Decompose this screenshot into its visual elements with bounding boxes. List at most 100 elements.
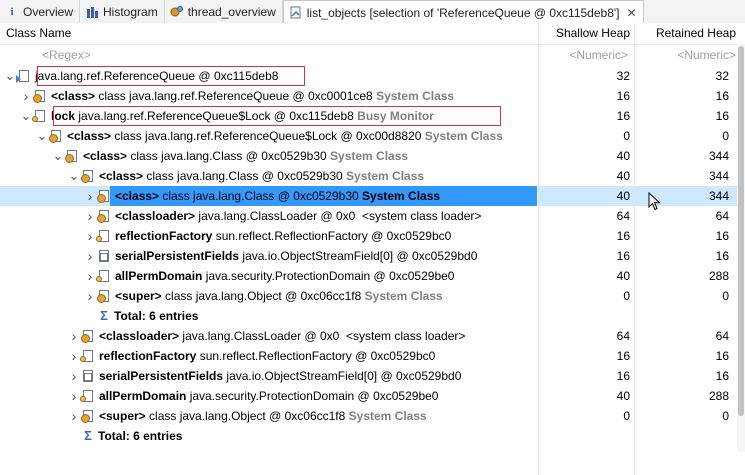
array-page-icon — [98, 249, 112, 264]
retained-heap-cell: 16 — [715, 109, 729, 123]
tab-gears[interactable]: thread_overview — [165, 0, 283, 23]
table-row[interactable]: ⌄ <class> class java.lang.Class @ 0xc0529… — [0, 166, 745, 186]
list-objects-icon — [289, 6, 303, 20]
row-value: class java.lang.Class @ 0xc0529b30 — [159, 189, 363, 203]
retained-heap-cell — [640, 306, 729, 326]
row-label: <class> class java.lang.Class @ 0xc0529b… — [99, 166, 424, 186]
class-gear-icon — [65, 149, 80, 164]
class-name-cell: ⌄ <class> class java.lang.ref.ReferenceQu… — [36, 126, 534, 146]
scrollbar-thumb[interactable] — [738, 46, 744, 416]
row-tag: System Class — [348, 409, 427, 423]
column-retained-heap[interactable]: Retained Heap — [636, 23, 736, 44]
shallow-heap-cell: 0 — [623, 289, 630, 303]
expand-chevron-right-icon[interactable]: › — [20, 86, 32, 106]
table-row[interactable]: › reflectionFactory sun.reflect.Reflectio… — [0, 226, 745, 246]
row-label: Total: 6 entries — [114, 306, 198, 326]
expand-chevron-right-icon[interactable]: › — [84, 266, 96, 286]
row-label: reflectionFactory sun.reflect.Reflection… — [99, 346, 435, 366]
tab-histogram[interactable]: Histogram — [80, 0, 165, 23]
class-name-cell: ⌄ <class> class java.lang.Class @ 0xc0529… — [52, 146, 534, 166]
expand-chevron-right-icon[interactable]: › — [84, 206, 96, 226]
row-label: allPermDomain java.security.ProtectionDo… — [99, 386, 438, 406]
row-key: System Class — [362, 189, 441, 203]
tab-label: list_objects [selection of 'ReferenceQue… — [306, 5, 620, 20]
shallow-heap-cell: 16 — [616, 89, 630, 103]
row-label: <class> class java.lang.ref.ReferenceQue… — [51, 86, 454, 106]
sigma-icon: Σ — [100, 308, 108, 323]
table-row[interactable]: ⌄ <class> class java.lang.ref.ReferenceQu… — [0, 126, 745, 146]
column-class-name[interactable]: Class Name — [6, 23, 526, 44]
table-row[interactable]: Σ Total: 6 entries — [0, 306, 745, 326]
shallow-heap-cell: 16 — [616, 369, 630, 383]
table-row[interactable]: › <class> class java.lang.Class @ 0xc0529… — [0, 186, 745, 206]
expand-chevron-down-icon[interactable]: ⌄ — [4, 69, 16, 83]
column-shallow-heap[interactable]: Shallow Heap — [540, 23, 630, 44]
info-icon: i — [10, 5, 14, 18]
annotation-highlight-box — [53, 106, 501, 126]
expand-chevron-down-icon[interactable]: ⌄ — [68, 169, 80, 183]
table-row[interactable]: ⌄ <class> class java.lang.Class @ 0xc0529… — [0, 146, 745, 166]
row-value: java.io.ObjectStreamField[0] @ 0xc0529bd… — [223, 369, 462, 383]
table-row[interactable]: › <class> class java.lang.ref.ReferenceQu… — [0, 86, 745, 106]
expand-chevron-right-icon[interactable]: › — [84, 226, 96, 246]
class-gear-icon — [97, 209, 112, 224]
table-row[interactable]: › serialPersistentFields java.io.ObjectSt… — [0, 366, 745, 386]
row-label: <class> class java.lang.Class @ 0xc0529b… — [115, 186, 440, 206]
expand-chevron-right-icon[interactable]: › — [84, 246, 96, 266]
class-name-cell: › <super> class java.lang.Object @ 0xc06c… — [84, 286, 534, 306]
class-gear-icon — [49, 129, 64, 144]
expand-chevron-right-icon[interactable]: › — [84, 286, 96, 306]
shallow-heap-cell: 40 — [616, 189, 630, 203]
shallow-heap-cell — [540, 426, 630, 446]
class-name-cell: › <class> class java.lang.ref.ReferenceQu… — [20, 86, 534, 106]
row-key: <class> — [115, 189, 160, 203]
table-row[interactable]: Σ Total: 6 entries — [0, 426, 745, 446]
field-page-icon — [96, 269, 112, 284]
table-row[interactable]: › allPermDomain java.security.ProtectionD… — [0, 386, 745, 406]
row-key: <class> — [67, 129, 112, 143]
row-key: <class> — [51, 89, 96, 103]
retained-heap-cell: 16 — [715, 89, 729, 103]
tab-list-objects[interactable]: list_objects [selection of 'ReferenceQue… — [282, 0, 644, 24]
table-row[interactable]: › <super> class java.lang.Object @ 0xc06c… — [0, 406, 745, 426]
row-tag: System Class — [364, 289, 443, 303]
vertical-scrollbar[interactable] — [737, 44, 745, 452]
row-tag: System Class — [330, 149, 409, 163]
row-label: reflectionFactory sun.reflect.Reflection… — [115, 226, 451, 246]
row-value: class java.lang.Object @ 0xc06cc1f8 — [145, 409, 349, 423]
field-page-icon — [96, 229, 112, 244]
expand-chevron-right-icon[interactable]: › — [84, 186, 96, 206]
table-row[interactable]: › serialPersistentFields java.io.ObjectSt… — [0, 246, 745, 266]
class-name-filter-input[interactable]: <Regex> — [42, 45, 242, 65]
expand-chevron-down-icon[interactable]: ⌄ — [52, 149, 64, 163]
close-icon[interactable]: ✕ — [627, 6, 637, 20]
row-key: allPermDomain — [99, 389, 187, 403]
table-row[interactable]: › reflectionFactory sun.reflect.Reflectio… — [0, 346, 745, 366]
table-row[interactable]: › <classloader> java.lang.ClassLoader @ 0… — [0, 326, 745, 346]
shallow-heap-cell: 0 — [623, 129, 630, 143]
expand-chevron-right-icon[interactable]: › — [68, 386, 80, 406]
class-name-cell: › allPermDomain java.security.ProtectionD… — [84, 266, 534, 286]
shallow-heap-cell: 64 — [616, 329, 630, 343]
expand-chevron-right-icon[interactable]: › — [68, 326, 80, 346]
expand-chevron-right-icon[interactable]: › — [68, 406, 80, 426]
tab-info[interactable]: i Overview — [0, 0, 81, 23]
row-value: class java.lang.Class @ 0xc0529b30 — [127, 149, 331, 163]
expand-chevron-down-icon[interactable]: ⌄ — [20, 109, 32, 123]
row-label: <classloader> java.lang.ClassLoader @ 0x… — [115, 206, 481, 226]
tab-label: Histogram — [103, 4, 158, 19]
retained-heap-cell: 64 — [715, 329, 729, 343]
retained-heap-cell: 0 — [722, 409, 729, 423]
shallow-heap-cell: 0 — [623, 409, 630, 423]
shallow-heap-filter-input[interactable]: <Numeric> — [540, 45, 628, 65]
expand-chevron-down-icon[interactable]: ⌄ — [36, 129, 48, 143]
table-row[interactable]: › <classloader> java.lang.ClassLoader @ 0… — [0, 206, 745, 226]
retained-heap-filter-input[interactable]: <Numeric> — [636, 45, 736, 65]
expand-chevron-right-icon[interactable]: › — [68, 346, 80, 366]
row-key: Total: 6 entries — [114, 309, 199, 323]
table-row[interactable]: › allPermDomain java.security.ProtectionD… — [0, 266, 745, 286]
shallow-heap-cell: 16 — [616, 229, 630, 243]
expand-chevron-right-icon[interactable]: › — [68, 366, 80, 386]
row-label: Total: 6 entries — [98, 426, 182, 446]
table-row[interactable]: › <super> class java.lang.Object @ 0xc06c… — [0, 286, 745, 306]
